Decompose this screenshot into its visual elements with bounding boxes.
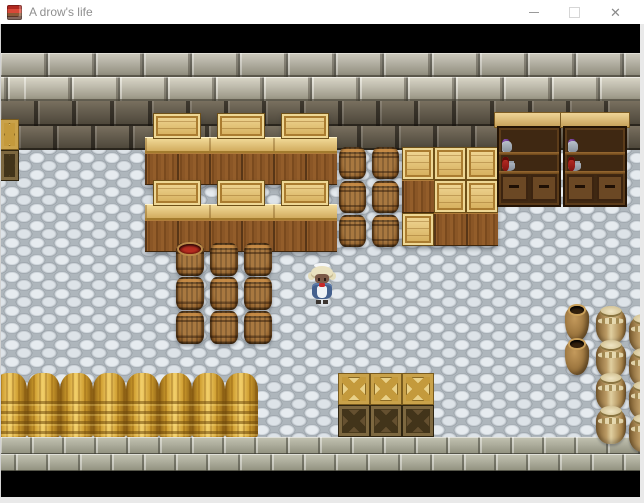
maximize-button[interactable]: [554, 0, 595, 24]
hay: [159, 373, 192, 437]
xcrate-dark: [370, 405, 402, 437]
crate-front: [434, 213, 466, 246]
red-bottle-icon: [502, 157, 509, 171]
barrel: [339, 181, 366, 213]
xcrate-light: [402, 373, 434, 405]
crate-front: [466, 213, 498, 246]
crate-band: [145, 180, 337, 252]
barrel: [372, 181, 399, 213]
xcrate-light: [370, 373, 402, 405]
crate-lid: [281, 113, 329, 139]
crate-lid: [402, 213, 434, 246]
character: [308, 263, 336, 306]
jar: [596, 306, 626, 344]
shelf-row-potions: [499, 132, 559, 152]
barrel-open: [176, 243, 204, 276]
crate-lid: [217, 113, 265, 139]
shelf-row-potions: [565, 132, 625, 152]
window-border-right[interactable]: [640, 24, 644, 503]
xcrate-dark: [338, 405, 370, 437]
barrel: [210, 277, 238, 310]
game-window: A drow's life ✕: [0, 0, 644, 503]
window-title: A drow's life: [29, 5, 93, 19]
shelf-body: [563, 126, 627, 207]
shelf: [494, 112, 564, 207]
game-viewport[interactable]: [0, 24, 640, 497]
drawer: [567, 175, 594, 201]
hay: [192, 373, 225, 437]
crate-lid: [153, 113, 201, 139]
barrel: [372, 147, 399, 179]
crate-lid: [402, 147, 434, 180]
shelf-body: [497, 126, 561, 207]
window-titlebar: A drow's life ✕: [0, 0, 644, 24]
jar: [596, 406, 626, 444]
xcrate-light: [338, 373, 370, 405]
drawer: [501, 175, 528, 201]
crate-shoulder: [145, 137, 337, 153]
barrel: [244, 277, 272, 310]
shelf-row-bowls-wine: [499, 155, 559, 171]
crate-lid: [434, 180, 466, 213]
drawer: [596, 175, 623, 201]
wall-low: [0, 437, 640, 454]
barrel: [176, 277, 204, 310]
window-border-bottom[interactable]: [0, 497, 644, 503]
white-apron: [317, 286, 327, 298]
crate-lid: [466, 180, 498, 213]
barrel: [372, 215, 399, 247]
foot: [323, 300, 328, 304]
wall-cap: [0, 77, 640, 101]
foot: [316, 300, 321, 304]
shelf-drawers: [501, 175, 557, 203]
red-bottle-icon: [568, 157, 575, 171]
barrel: [244, 311, 272, 344]
window-border-left[interactable]: [0, 24, 1, 497]
wall-cap: [0, 53, 640, 77]
maximize-icon: [569, 6, 580, 18]
barrel: [210, 243, 238, 276]
close-icon: ✕: [610, 4, 621, 20]
shelf: [560, 112, 630, 207]
hay: [126, 373, 159, 437]
minimize-button[interactable]: [513, 0, 554, 24]
crate-lid: [217, 180, 265, 206]
app-icon: [7, 4, 22, 20]
shelf-board: [499, 171, 559, 174]
red-bow: [319, 283, 325, 287]
hay: [0, 373, 27, 437]
gray-jar-icon: [568, 141, 578, 152]
shelf-board: [565, 171, 625, 174]
crate-lid: [153, 180, 201, 206]
hay: [93, 373, 126, 437]
xcrate-light: [0, 119, 19, 150]
crate-shoulder: [145, 204, 337, 220]
crate-lid: [434, 147, 466, 180]
hay: [225, 373, 258, 437]
gray-jar-icon: [502, 141, 512, 152]
barrel: [339, 215, 366, 247]
crate-band: [145, 113, 337, 185]
hay: [60, 373, 93, 437]
shelf-row-bowls-wine: [565, 155, 625, 171]
barrel: [339, 147, 366, 179]
crate-front: [402, 180, 434, 213]
crate-lid: [281, 180, 329, 206]
drawer: [530, 175, 557, 201]
minimize-icon: [528, 11, 539, 13]
barrel: [176, 311, 204, 344]
crate-lid: [466, 147, 498, 180]
barrel: [210, 311, 238, 344]
xcrate-dark: [0, 150, 19, 181]
window-controls: ✕: [513, 0, 636, 24]
wall-low: [0, 454, 640, 471]
barrel: [244, 243, 272, 276]
shelf-drawers: [567, 175, 623, 203]
crate-fronts: [145, 220, 337, 252]
hay: [27, 373, 60, 437]
crate-grid: [402, 147, 498, 247]
xcrate-dark: [402, 405, 434, 437]
close-button[interactable]: ✕: [595, 0, 636, 24]
